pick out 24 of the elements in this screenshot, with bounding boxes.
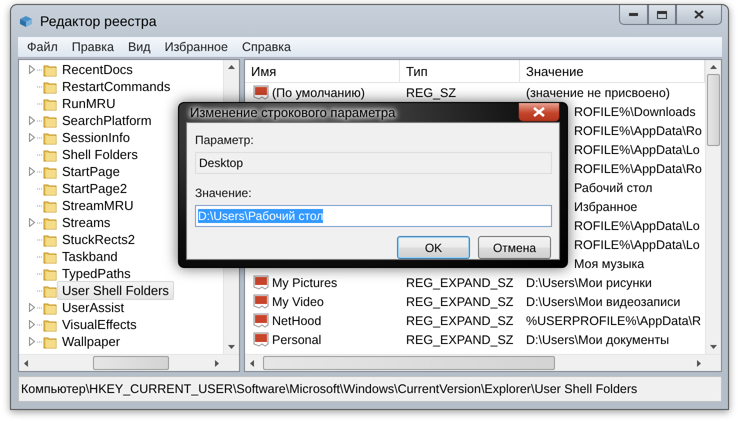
value-data: D:\Users\Мои рисунки [526,276,652,290]
value-data: ROFILE%\AppData\Ro [574,124,702,138]
key-path: Компьютер\HKEY_CURRENT_USER\Software\Microsoft\Windows\CurrentVersion\Explorer\User Shell Folders [21,382,638,396]
value-data: (значение не присвоено) [526,86,670,100]
value-data: ROFILE%\AppData\Lo [574,142,700,156]
value-type: REG_EXPAND_SZ [406,332,514,346]
field-label: Значение: [195,186,253,200]
value-data: ROFILE%\AppData\Lo [574,238,700,252]
value-type: REG_EXPAND_SZ [406,294,514,308]
value-type: REG_SZ [406,86,456,100]
value-data: Избранное [574,200,638,214]
dialog-title: Изменение строкового параметра [189,105,396,120]
value-type: REG_EXPAND_SZ [406,276,514,290]
value-data: Рабочий стол [574,180,652,194]
value-data: D:\Users\Мои документы [526,332,670,346]
value-type: REG_EXPAND_SZ [406,314,514,328]
value-data: %USERPROFILE%\AppData\R [526,314,702,328]
field-label: Параметр: [195,133,255,147]
value-data: D:\Users\Мои видеозаписи [526,294,680,308]
value-data: Моя музыка [574,256,644,270]
window-title: Редактор реестра [40,13,156,29]
value-data: ROFILE%\Downloads [574,104,696,118]
value-data: ROFILE%\AppData\Ro [574,162,702,176]
value-data: ROFILE%\AppData\Lo [574,218,700,232]
